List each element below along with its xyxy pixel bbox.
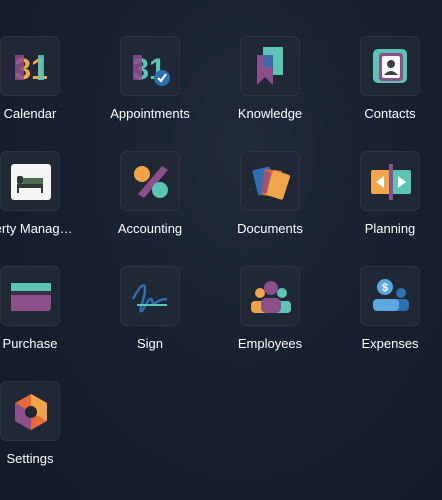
app-label-accounting: Accounting bbox=[117, 221, 183, 236]
app-label-expenses: Expenses bbox=[361, 336, 419, 351]
app-label-contacts: Contacts bbox=[364, 106, 416, 121]
app-tile-purchase[interactable]: Purchase bbox=[0, 266, 90, 381]
app-label-settings: Settings bbox=[6, 451, 54, 466]
app-label-documents: Documents bbox=[237, 221, 303, 236]
documents-icon bbox=[240, 151, 300, 211]
svg-text:$: $ bbox=[382, 282, 388, 294]
app-tile-expenses[interactable]: $ Expenses bbox=[330, 266, 442, 381]
app-tile-property-management[interactable]: perty Manag… bbox=[0, 151, 90, 266]
planning-icon bbox=[360, 151, 420, 211]
app-tile-knowledge[interactable]: Knowledge bbox=[210, 36, 330, 151]
app-label-sign: Sign bbox=[136, 336, 164, 351]
sign-icon bbox=[120, 266, 180, 326]
app-tile-planning[interactable]: Planning bbox=[330, 151, 442, 266]
purchase-icon bbox=[0, 266, 60, 326]
app-tile-appointments[interactable]: 31 Appointments bbox=[90, 36, 210, 151]
app-label-planning: Planning bbox=[364, 221, 416, 236]
knowledge-icon bbox=[240, 36, 300, 96]
app-tile-calendar[interactable]: 31 Calendar bbox=[0, 36, 90, 151]
accounting-icon bbox=[120, 151, 180, 211]
expenses-icon: $ bbox=[360, 266, 420, 326]
employees-icon bbox=[240, 266, 300, 326]
appointments-icon: 31 bbox=[120, 36, 180, 96]
property-management-icon bbox=[0, 151, 60, 211]
app-label-appointments: Appointments bbox=[110, 106, 190, 121]
settings-icon bbox=[0, 381, 60, 441]
app-tile-employees[interactable]: Employees bbox=[210, 266, 330, 381]
app-tile-sign[interactable]: Sign bbox=[90, 266, 210, 381]
app-tile-contacts[interactable]: Contacts bbox=[330, 36, 442, 151]
app-label-employees: Employees bbox=[237, 336, 303, 351]
app-tile-documents[interactable]: Documents bbox=[210, 151, 330, 266]
app-tile-accounting[interactable]: Accounting bbox=[90, 151, 210, 266]
app-tile-settings[interactable]: Settings bbox=[0, 381, 90, 496]
contacts-icon bbox=[360, 36, 420, 96]
calendar-icon: 31 bbox=[0, 36, 60, 96]
app-label-knowledge: Knowledge bbox=[237, 106, 303, 121]
